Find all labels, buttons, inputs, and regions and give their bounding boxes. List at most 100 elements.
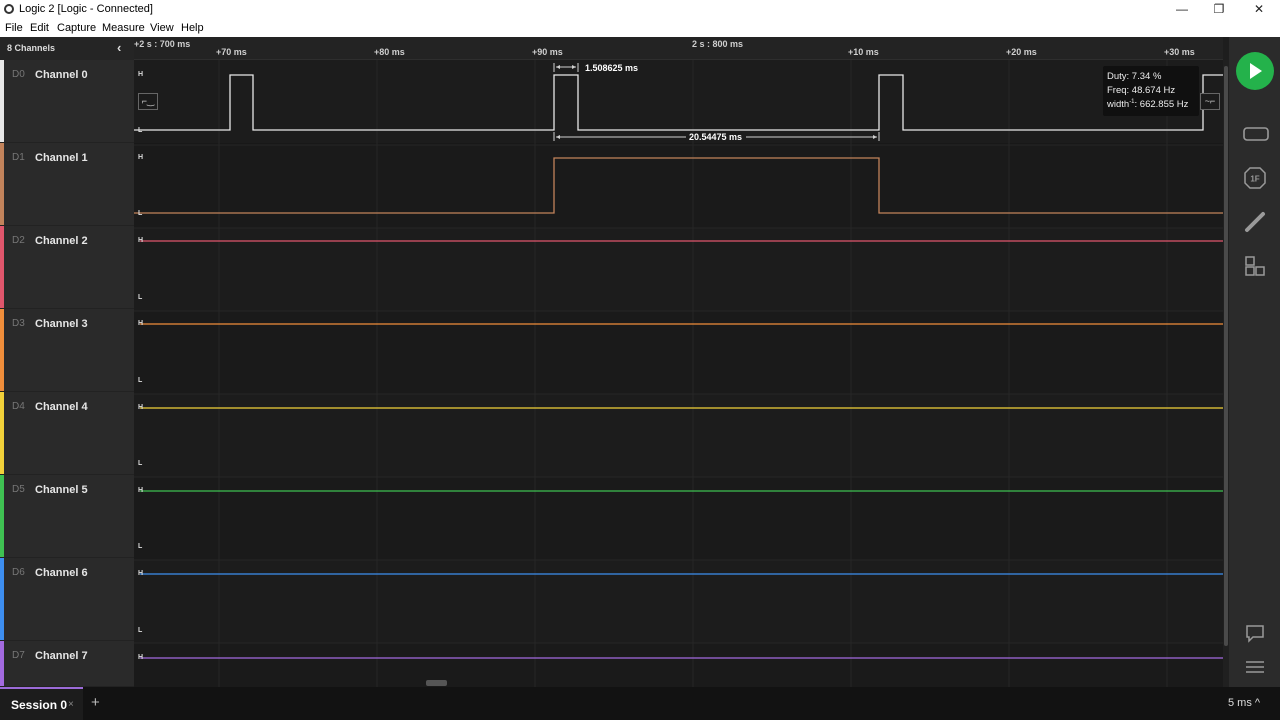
extensions-icon[interactable]: [1244, 255, 1266, 277]
channel-name[interactable]: Channel 0: [35, 69, 88, 81]
scrollbar-thumb[interactable]: [1224, 66, 1228, 646]
close-session-icon[interactable]: ×: [68, 699, 74, 710]
channel-color-stripe: [0, 641, 4, 686]
channel-row-2[interactable]: D2 Channel 2: [0, 226, 134, 309]
ruler-tick: +80 ms: [374, 47, 405, 57]
menu-file[interactable]: File: [5, 22, 23, 34]
zoom-level[interactable]: 5 ms ^: [1228, 697, 1260, 709]
horizontal-scrollbar-thumb[interactable]: [426, 680, 447, 686]
app-logo-icon: [4, 4, 14, 14]
level-low-label: L: [138, 127, 143, 134]
tooltip-width: width-1: 662.855 Hz: [1107, 99, 1188, 110]
channel-row-6[interactable]: D6 Channel 6: [0, 558, 134, 641]
channel-name[interactable]: Channel 2: [35, 235, 88, 247]
title-bar: Logic 2 [Logic - Connected] — ❐ ✕: [0, 0, 1280, 19]
level-low-label: L: [138, 210, 143, 217]
period-label: 20.54475 ms: [689, 132, 743, 142]
channel-row-7[interactable]: D7 Channel 7: [0, 641, 134, 687]
channel-id: D1: [12, 152, 25, 163]
level-high-label: H: [138, 320, 144, 327]
channel-name[interactable]: Channel 4: [35, 401, 88, 413]
channel-row-4[interactable]: D4 Channel 4: [0, 392, 134, 475]
channel-count: 8 Channels: [7, 43, 56, 53]
tooltip-width-value: : 662.855 Hz: [1134, 99, 1189, 111]
waveform-area[interactable]: [134, 60, 1223, 687]
channel-row-1[interactable]: D1 Channel 1: [0, 143, 134, 226]
play-icon: [1250, 63, 1262, 79]
menu-view[interactable]: View: [150, 22, 174, 34]
channel-id: D3: [12, 318, 25, 329]
ruler-left-label: +2 s : 700 ms: [134, 39, 191, 49]
measurement-tooltip: Duty: 7.34 % Freq: 48.674 Hz width-1: 66…: [1103, 66, 1199, 116]
ruler-tick: +10 ms: [848, 47, 879, 57]
level-high-label: H: [138, 154, 144, 161]
comment-icon[interactable]: [1244, 622, 1266, 644]
channel-row-3[interactable]: D3 Channel 3: [0, 309, 134, 392]
row-bg: [134, 477, 1223, 560]
ruler-tick: +70 ms: [216, 47, 247, 57]
channel-color-stripe: [0, 392, 4, 474]
svg-text:1F: 1F: [1250, 175, 1259, 184]
session-bar: Session 0 × + 5 ms ^: [0, 687, 1280, 720]
level-high-label: H: [138, 487, 144, 494]
measure-icon[interactable]: [1244, 211, 1266, 233]
session-tab-label[interactable]: Session 0: [11, 698, 67, 712]
trigger-falling-edge-icon[interactable]: ⌐‿: [138, 93, 158, 110]
chevron-left-icon[interactable]: ‹: [117, 40, 121, 55]
level-low-label: L: [138, 377, 143, 384]
channel-id: D0: [12, 69, 25, 80]
level-low-label: L: [138, 460, 143, 467]
time-ruler[interactable]: +2 s : 700 ms 2 s : 800 ms +70 ms +80 ms…: [134, 37, 1223, 60]
channel-id: D7: [12, 650, 25, 661]
menu-icon[interactable]: [1244, 656, 1266, 678]
add-session-button[interactable]: +: [91, 694, 100, 711]
channel-name[interactable]: Channel 7: [35, 650, 88, 662]
channel-panel: 8 Channels ‹ D0 Channel 0 D1 Channel 1 D…: [0, 37, 134, 687]
channel-name[interactable]: Channel 5: [35, 484, 88, 496]
row-bg: [134, 643, 1223, 687]
trigger-rising-edge-icon[interactable]: ~⌐: [1200, 93, 1220, 110]
ruler-center-label: 2 s : 800 ms: [692, 39, 744, 49]
menu-capture[interactable]: Capture: [57, 22, 96, 34]
channel-color-stripe: [0, 143, 4, 225]
analyzer-icon[interactable]: 1F: [1244, 167, 1266, 189]
channel-name[interactable]: Channel 3: [35, 318, 88, 330]
channel-name[interactable]: Channel 1: [35, 152, 88, 164]
ruler-tick: +20 ms: [1006, 47, 1037, 57]
channel-color-stripe: [0, 558, 4, 640]
row-bg: [134, 560, 1223, 643]
ruler-tick: +90 ms: [532, 47, 563, 57]
menu-edit[interactable]: Edit: [30, 22, 49, 34]
level-high-label: H: [138, 654, 144, 661]
waveform-svg[interactable]: [134, 60, 1223, 687]
level-high-label: H: [138, 237, 144, 244]
menu-help[interactable]: Help: [181, 22, 204, 34]
level-high-label: H: [138, 570, 144, 577]
level-high-label: H: [138, 404, 144, 411]
channel-id: D4: [12, 401, 25, 412]
pulse-width-label: 1.508625 ms: [585, 63, 639, 73]
device-icon[interactable]: [1243, 123, 1269, 145]
channel-row-5[interactable]: D5 Channel 5: [0, 475, 134, 558]
session-tab[interactable]: Session 0 ×: [0, 687, 83, 720]
tooltip-freq: Freq: 48.674 Hz: [1107, 85, 1176, 96]
channel-id: D6: [12, 567, 25, 578]
tooltip-width-prefix: width: [1107, 99, 1130, 111]
channel-color-stripe: [0, 309, 4, 391]
close-button[interactable]: ✕: [1239, 0, 1279, 19]
channel-name[interactable]: Channel 6: [35, 567, 88, 579]
ruler-tick: +30 ms: [1164, 47, 1195, 57]
channel-id: D5: [12, 484, 25, 495]
channel-color-stripe: [0, 226, 4, 308]
level-low-label: L: [138, 627, 143, 634]
start-capture-button[interactable]: [1236, 52, 1274, 90]
channel-id: D2: [12, 235, 25, 246]
channel-row-0[interactable]: D0 Channel 0: [0, 60, 134, 143]
row-bg: [134, 394, 1223, 477]
maximize-button[interactable]: ❐: [1199, 0, 1239, 19]
minimize-button[interactable]: —: [1162, 0, 1202, 19]
channel-color-stripe: [0, 475, 4, 557]
menu-measure[interactable]: Measure: [102, 22, 145, 34]
window-title: Logic 2 [Logic - Connected]: [19, 3, 153, 15]
channel-color-stripe: [0, 60, 4, 142]
